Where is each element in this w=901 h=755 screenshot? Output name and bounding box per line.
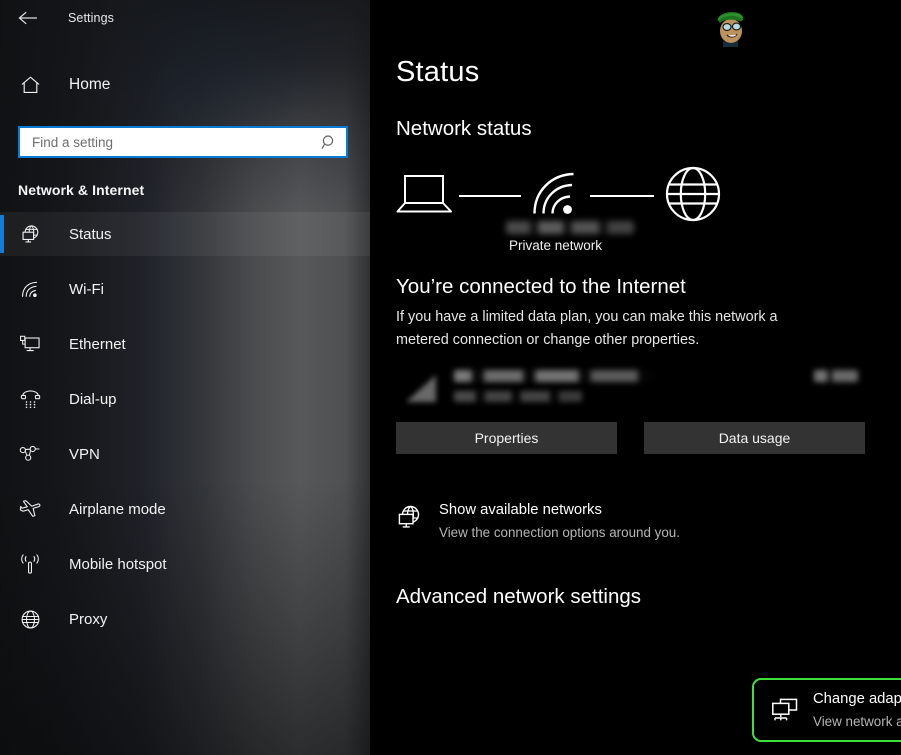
selection-accent-bar [0, 545, 4, 583]
diagram-connector-line-2 [590, 195, 654, 197]
selection-accent-bar [0, 270, 4, 308]
network-status-icon [18, 224, 42, 245]
wifi-icon [18, 280, 42, 299]
section-heading-network-status: Network status [396, 117, 532, 140]
network-usage-size-redacted [814, 370, 858, 382]
search-icon[interactable] [312, 128, 346, 156]
sidebar-item-home[interactable]: Home [0, 63, 370, 107]
connection-status-description: If you have a limited data plan, you can… [396, 309, 778, 348]
page-title: Status [396, 56, 480, 88]
sidebar-item-label: Wi-Fi [69, 280, 104, 298]
sidebar-item-label: Home [69, 76, 111, 93]
sidebar-category-label: Network & Internet [18, 182, 145, 198]
hotspot-icon [18, 553, 42, 575]
sidebar-item-label: Airplane mode [69, 500, 166, 518]
link-title: Change adapter options [813, 690, 901, 707]
laptop-icon [396, 172, 453, 220]
airplane-icon [18, 499, 42, 520]
link-subtitle: View network adapters and change connect… [813, 713, 901, 729]
app-title: Settings [68, 11, 114, 25]
vpn-icon [18, 445, 42, 463]
sidebar-item-label: VPN [69, 445, 100, 463]
link-title: Show available networks [439, 502, 602, 518]
selection-accent-bar [0, 490, 4, 528]
sidebar-item-label: Mobile hotspot [69, 555, 167, 573]
cartoon-face-watermark [708, 4, 752, 48]
ethernet-icon [18, 334, 42, 354]
connection-status-heading: You’re connected to the Internet [396, 275, 686, 298]
section-heading-advanced: Advanced network settings [396, 585, 641, 608]
data-usage-button[interactable]: Data usage [644, 422, 865, 454]
sidebar-item-dial-up[interactable]: Dial-up [0, 377, 370, 421]
show-available-networks-link[interactable]: Show available networks View the connect… [396, 501, 826, 542]
wifi-usage-icon [404, 371, 440, 405]
wifi-signal-icon [532, 172, 578, 221]
main-content: Status Network status Private network Yo… [370, 0, 901, 755]
search-box[interactable] [18, 126, 348, 158]
network-name-redacted [506, 221, 634, 234]
network-usage-period-redacted [454, 391, 582, 402]
selection-accent-bar [0, 325, 4, 363]
sidebar-item-airplane-mode[interactable]: Airplane mode [0, 487, 370, 531]
link-subtitle: View the connection options around you. [439, 525, 680, 540]
settings-window: Settings Home Find a setting Network & I… [0, 0, 901, 755]
diagram-connector-line-1 [459, 195, 521, 197]
sidebar: Settings Home Find a setting Network & I… [0, 0, 370, 755]
globe-icon [664, 165, 722, 228]
dialup-phone-icon [18, 389, 42, 409]
search-container [18, 126, 348, 158]
title-bar: Settings [0, 0, 370, 36]
network-usage-name-redacted [454, 370, 652, 382]
sidebar-item-label: Dial-up [69, 390, 117, 408]
adapter-options-icon [770, 695, 800, 725]
action-buttons: Properties Data usage [396, 422, 901, 454]
back-arrow-icon[interactable] [6, 2, 50, 34]
selection-accent-bar [0, 600, 4, 638]
sidebar-item-vpn[interactable]: VPN [0, 432, 370, 476]
network-usage-row [396, 365, 858, 411]
search-input[interactable] [20, 128, 312, 156]
sidebar-item-proxy[interactable]: Proxy [0, 597, 370, 641]
network-type-label: Private network [509, 238, 603, 253]
home-icon [18, 75, 42, 95]
selection-accent-bar [0, 435, 4, 473]
sidebar-item-mobile-hotspot[interactable]: Mobile hotspot [0, 542, 370, 586]
sidebar-item-status[interactable]: Status [0, 212, 370, 256]
sidebar-item-ethernet[interactable]: Ethernet [0, 322, 370, 366]
selection-accent-bar [0, 215, 4, 253]
globe-icon [18, 609, 42, 630]
sidebar-item-wi-fi[interactable]: Wi-Fi [0, 267, 370, 311]
change-adapter-options-link[interactable]: Change adapter options View network adap… [752, 678, 901, 742]
sidebar-item-label: Status [69, 225, 112, 243]
network-status-icon [396, 501, 426, 530]
sidebar-item-label: Ethernet [69, 335, 126, 353]
selection-accent-bar [0, 380, 4, 418]
sidebar-nav: Status Wi-Fi Ethernet Dial-up VPN Airpla… [0, 212, 370, 641]
network-diagram: Private network [396, 165, 744, 253]
properties-button[interactable]: Properties [396, 422, 617, 454]
sidebar-item-label: Proxy [69, 610, 108, 628]
